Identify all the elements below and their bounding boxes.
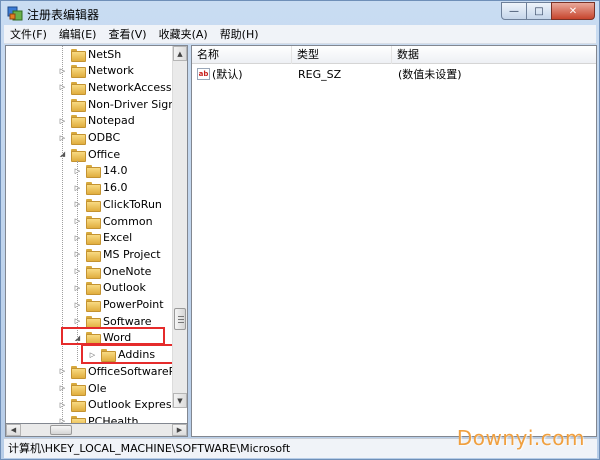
value-name: (默认) bbox=[212, 68, 243, 81]
tree-item[interactable]: NetSh bbox=[58, 46, 121, 62]
folder-icon bbox=[86, 165, 101, 179]
tree-item[interactable]: ◢ Office bbox=[58, 146, 120, 162]
tree-item[interactable]: ▷ 14.0 bbox=[73, 163, 128, 179]
menu-file[interactable]: 文件(F) bbox=[4, 25, 53, 44]
tree-item-label: NetworkAccessPr bbox=[88, 80, 183, 94]
tree-item-label: Ole bbox=[88, 381, 107, 395]
tree-item-label: Common bbox=[103, 214, 153, 228]
folder-icon bbox=[71, 65, 86, 79]
folder-icon bbox=[71, 98, 86, 112]
value-row[interactable]: ab (默认) REG_SZ (数值未设置) bbox=[192, 66, 596, 83]
tree-item-label: MS Project bbox=[103, 247, 161, 261]
tree-item[interactable]: ▷ ODBC bbox=[58, 130, 120, 146]
string-value-icon: ab bbox=[197, 68, 210, 80]
scroll-thumb[interactable] bbox=[174, 308, 186, 330]
folder-icon bbox=[71, 48, 86, 62]
column-header-data[interactable]: 数据 bbox=[392, 46, 596, 64]
tree-item[interactable]: ▷ 16.0 bbox=[73, 180, 128, 196]
tree-item[interactable]: ▷ PowerPoint bbox=[73, 297, 164, 313]
tree-item-label: ClickToRun bbox=[103, 197, 162, 211]
folder-icon bbox=[86, 215, 101, 229]
tree-item[interactable]: ▷ ClickToRun bbox=[73, 196, 162, 212]
list-header: 名称 类型 数据 bbox=[192, 46, 596, 64]
menu-favorites[interactable]: 收藏夹(A) bbox=[153, 25, 214, 44]
tree-vertical-scrollbar[interactable]: ▲ ▼ bbox=[172, 46, 187, 408]
folder-icon bbox=[86, 182, 101, 196]
tree-item[interactable]: ▷ MS Project bbox=[73, 246, 161, 262]
tree-item-label: 16.0 bbox=[103, 181, 128, 195]
tree-item-label: PowerPoint bbox=[103, 298, 164, 311]
scroll-up-button[interactable]: ▲ bbox=[173, 46, 187, 61]
tree-item-label: Network bbox=[88, 64, 134, 78]
registry-values-list[interactable]: 名称 类型 数据 ab (默认) REG_SZ (数值未设置) bbox=[191, 45, 597, 437]
value-type: REG_SZ bbox=[298, 68, 342, 81]
minimize-button[interactable]: — bbox=[501, 2, 527, 20]
tree-item-label: Notepad bbox=[88, 114, 135, 128]
tree-item[interactable]: ▷ Outlook bbox=[73, 280, 146, 296]
folder-icon bbox=[71, 132, 86, 145]
folder-icon bbox=[86, 282, 101, 296]
tree-item-label: Office bbox=[88, 147, 121, 161]
tree-item-label: Excel bbox=[103, 231, 133, 245]
menu-bar: 文件(F) 编辑(E) 查看(V) 收藏夹(A) 帮助(H) bbox=[4, 25, 596, 44]
tree-item[interactable]: ▷ NetworkAccessPr bbox=[58, 79, 183, 95]
tree-item-label: Outlook Express bbox=[88, 398, 178, 412]
column-header-type[interactable]: 类型 bbox=[292, 46, 392, 64]
tree-item[interactable]: ▷ Outlook Express bbox=[58, 397, 177, 413]
registry-app-icon bbox=[7, 6, 23, 21]
tree-item-label: NetSh bbox=[88, 47, 122, 61]
tree-item-label: Non-Driver Signin bbox=[88, 97, 186, 111]
tree-item[interactable]: ▷ Common bbox=[73, 213, 153, 229]
tree-horizontal-scrollbar[interactable]: ◀ ▶ bbox=[5, 423, 188, 437]
registry-editor-window: 注册表编辑器 — □ ✕ 文件(F) 编辑(E) 查看(V) 收藏夹(A) 帮助… bbox=[0, 0, 600, 460]
folder-icon bbox=[71, 365, 86, 379]
registry-key-tree[interactable]: NetSh ▷ Network ▷ NetworkAccessPr Non-Driver … bbox=[5, 45, 188, 424]
tree-item[interactable]: ▷ Notepad bbox=[58, 113, 135, 129]
word-key-highlight bbox=[61, 327, 165, 345]
folder-icon bbox=[71, 81, 86, 95]
folder-icon bbox=[86, 299, 101, 312]
scroll-right-button[interactable]: ▶ bbox=[172, 424, 187, 436]
scroll-down-button[interactable]: ▼ bbox=[173, 393, 187, 408]
tree-item-label: ODBC bbox=[88, 131, 121, 144]
folder-icon bbox=[71, 382, 86, 396]
menu-help[interactable]: 帮助(H) bbox=[214, 25, 265, 44]
close-button[interactable]: ✕ bbox=[551, 2, 595, 20]
watermark-text: Downyi.com bbox=[456, 426, 585, 450]
folder-icon bbox=[86, 265, 101, 279]
folder-icon bbox=[71, 148, 86, 162]
folder-icon bbox=[71, 115, 86, 129]
title-bar[interactable]: 注册表编辑器 — □ ✕ bbox=[1, 1, 599, 25]
menu-view[interactable]: 查看(V) bbox=[102, 25, 152, 44]
value-data: (数值未设置) bbox=[398, 68, 462, 81]
tree-item[interactable]: ▷ OneNote bbox=[73, 263, 151, 279]
maximize-button[interactable]: □ bbox=[526, 2, 552, 20]
folder-icon bbox=[71, 399, 86, 413]
tree-item-label: Outlook bbox=[103, 281, 146, 295]
folder-icon bbox=[86, 198, 101, 212]
addins-key-highlight bbox=[81, 344, 179, 364]
tree-item[interactable]: ▷ Excel bbox=[73, 230, 132, 246]
scroll-left-button[interactable]: ◀ bbox=[6, 424, 21, 436]
column-header-name[interactable]: 名称 bbox=[192, 46, 292, 64]
folder-icon bbox=[86, 248, 101, 262]
tree-item[interactable]: ▷ Ole bbox=[58, 380, 106, 396]
horizontal-scroll-thumb[interactable] bbox=[50, 425, 72, 435]
window-title: 注册表编辑器 bbox=[27, 8, 100, 22]
tree-item-label: Software bbox=[103, 314, 152, 328]
tree-item[interactable]: ▷ OfficeSoftwarePro bbox=[58, 363, 186, 379]
tree-item[interactable]: Non-Driver Signin bbox=[58, 96, 185, 112]
tree-item[interactable]: ▷ Network bbox=[58, 63, 134, 79]
tree-item-label: OneNote bbox=[103, 264, 152, 278]
tree-guide-line bbox=[62, 46, 63, 421]
menu-edit[interactable]: 编辑(E) bbox=[53, 25, 103, 44]
tree-item-label: 14.0 bbox=[103, 164, 128, 178]
caption-buttons: — □ ✕ bbox=[501, 2, 595, 20]
folder-icon bbox=[86, 232, 101, 246]
folder-icon bbox=[86, 315, 101, 329]
